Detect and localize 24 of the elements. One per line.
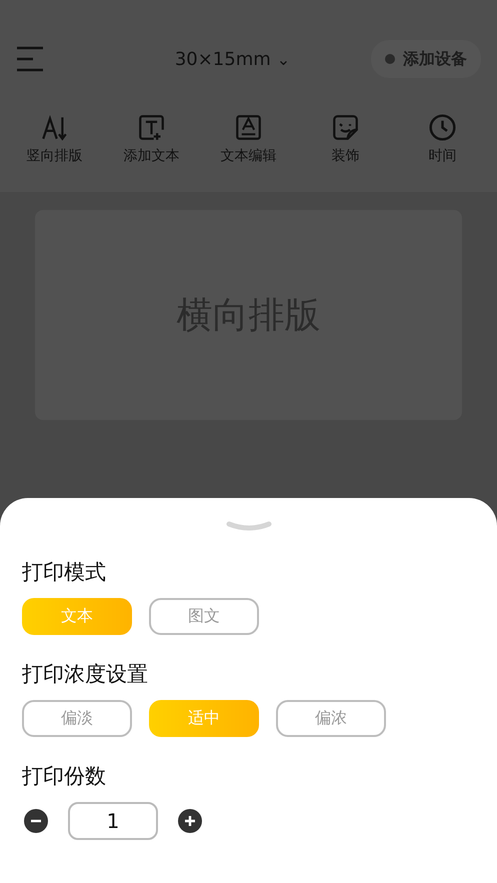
section-title: 打印份数	[22, 763, 107, 790]
tool-label[interactable]: 时间	[428, 147, 456, 165]
sticker-face-icon[interactable]	[332, 114, 359, 141]
tool-label[interactable]: 竖向排版	[26, 147, 82, 165]
collapse-handle-icon[interactable]	[226, 521, 272, 533]
label-size-selector[interactable]: 30×15mm ⌄	[174, 48, 290, 70]
tool-label[interactable]: 文本编辑	[220, 147, 276, 165]
section-title: 打印模式	[22, 559, 107, 586]
option-button[interactable]: 图文	[149, 598, 259, 635]
option-button[interactable]: 适中	[149, 700, 259, 737]
tool-label[interactable]: 添加文本	[124, 147, 180, 165]
menu-icon[interactable]	[16, 46, 44, 72]
text-box-icon[interactable]	[235, 114, 262, 141]
section-title: 打印浓度设置	[22, 661, 149, 688]
clock-icon[interactable]	[429, 114, 456, 141]
minus-icon[interactable]	[24, 809, 48, 833]
option-button[interactable]: 偏浓	[276, 700, 386, 737]
copies-field[interactable]: 1	[68, 802, 158, 840]
add-text-icon[interactable]	[138, 114, 165, 141]
option-button[interactable]: 文本	[22, 598, 132, 635]
tool-label[interactable]: 装饰	[332, 147, 360, 165]
vertical-text-icon[interactable]	[41, 114, 68, 141]
plus-icon[interactable]	[178, 809, 202, 833]
option-button[interactable]: 偏淡	[22, 700, 132, 737]
